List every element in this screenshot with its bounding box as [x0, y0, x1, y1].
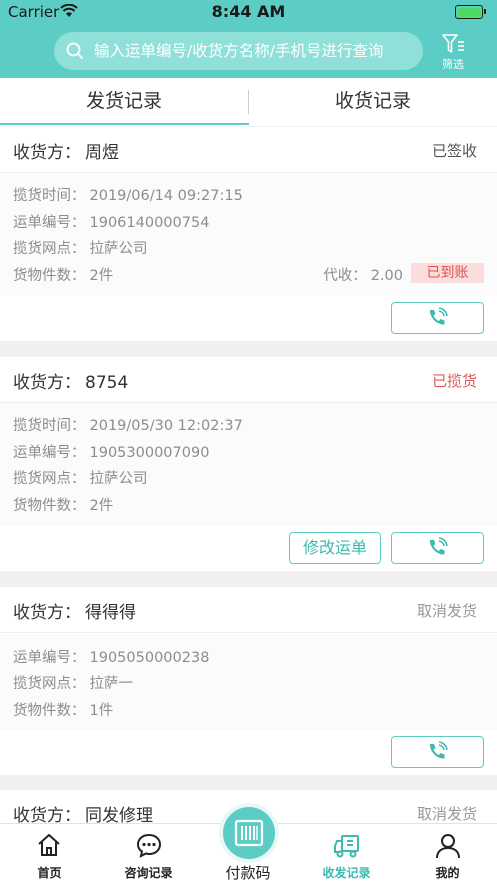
consignee: 收货方： 得得得: [13, 603, 136, 623]
payment-code-label: 付款码: [225, 864, 271, 882]
card-body: 运单编号： 1905050000238 揽货网点： 拉萨一 货物件数： 1件: [0, 634, 497, 730]
barcode-icon: [234, 818, 264, 852]
nav-consult-records[interactable]: 咨询记录: [99, 824, 198, 883]
record-card[interactable]: 收货方： 周煜 已签收 揽货时间： 2019/06/14 09:27:15 运单编号…: [0, 127, 497, 341]
waybill-row: 运单编号： 1906140000754: [13, 215, 210, 231]
card-body: 揽货时间： 2019/05/30 12:02:37 运单编号： 1905300007…: [0, 404, 497, 526]
record-card[interactable]: 收货方： 8754 已揽货 揽货时间： 2019/05/30 12:02:37 运单…: [0, 357, 497, 571]
waybill-row: 运单编号： 1905300007090: [13, 445, 210, 461]
phone-icon: [429, 537, 448, 555]
card-footer: 修改运单: [0, 526, 497, 571]
status-badge: 已揽货: [431, 372, 477, 390]
consignee: 收货方： 8754: [13, 373, 129, 393]
call-button[interactable]: [391, 736, 484, 768]
consignee: 收货方： 周煜: [13, 143, 119, 163]
record-tabs: 发货记录 收货记录: [0, 78, 497, 126]
consignee-name: 周煜: [85, 143, 119, 163]
record-card[interactable]: 收货方： 得得得 取消发货 运单编号： 1905050000238 揽货网点： 拉萨一…: [0, 587, 497, 775]
item-count: 1件: [89, 703, 114, 719]
item-count-row: 货物件数： 2件: [13, 268, 114, 284]
pickup-point-row: 揽货网点： 拉萨公司: [13, 241, 148, 257]
search-icon: [66, 42, 84, 64]
pickup-point: 拉萨一: [89, 676, 134, 692]
card-header: 收货方： 周煜 已签收: [0, 127, 497, 173]
battery-icon: [455, 5, 486, 19]
search-input[interactable]: [94, 32, 414, 70]
pickup-time: 2019/05/30 12:02:37: [89, 418, 243, 434]
status-badge: 取消发货: [416, 805, 477, 823]
payment-code-button[interactable]: [219, 803, 279, 863]
waybill-row: 运单编号： 1905050000238: [13, 650, 210, 666]
waybill-no: 1906140000754: [89, 215, 210, 231]
cod-amount: 代收： 2.00: [323, 268, 403, 284]
nav-home[interactable]: 首页: [0, 824, 99, 883]
pickup-point-row: 揽货网点： 拉萨一: [13, 676, 134, 692]
item-count-row: 货物件数： 1件: [13, 703, 114, 719]
pickup-time-row: 揽货时间： 2019/05/30 12:02:37: [13, 418, 243, 434]
filter-button[interactable]: 筛选: [436, 32, 470, 72]
clock: 8:44 AM: [211, 2, 286, 21]
status-badge: 已签收: [431, 142, 477, 160]
pickup-point: 拉萨公司: [89, 241, 148, 257]
pickup-point: 拉萨公司: [89, 471, 148, 487]
card-footer: [0, 730, 497, 775]
waybill-no: 1905050000238: [89, 650, 210, 666]
card-body: 揽货时间： 2019/06/14 09:27:15 运单编号： 1906140000…: [0, 174, 497, 296]
call-button[interactable]: [391, 532, 484, 564]
card-header: 收货方： 8754 已揽货: [0, 357, 497, 403]
call-button[interactable]: [391, 302, 484, 334]
tab-shipping-records[interactable]: 发货记录: [0, 78, 248, 126]
payment-badge: 已到账: [411, 263, 484, 283]
pickup-time-row: 揽货时间： 2019/06/14 09:27:15: [13, 188, 243, 204]
consignee-name: 8754: [85, 373, 129, 393]
card-footer: [0, 296, 497, 341]
consignee-name: 得得得: [85, 603, 136, 623]
chat-icon: [135, 832, 163, 864]
truck-icon: [333, 832, 361, 864]
header: Carrier 8:44 AM 筛选: [0, 0, 497, 78]
edit-waybill-button[interactable]: 修改运单: [289, 532, 381, 564]
item-count: 2件: [89, 268, 114, 284]
pickup-point-row: 揽货网点： 拉萨公司: [13, 471, 148, 487]
phone-icon: [429, 307, 448, 325]
nav-shipping-records[interactable]: 收发记录: [297, 824, 396, 883]
item-count: 2件: [89, 498, 114, 514]
card-header: 收货方： 得得得 取消发货: [0, 587, 497, 633]
phone-icon: [429, 741, 448, 759]
tab-receiving-records[interactable]: 收货记录: [249, 78, 497, 126]
user-icon: [434, 832, 462, 864]
nav-mine[interactable]: 我的: [398, 824, 497, 883]
home-icon: [36, 832, 62, 862]
waybill-no: 1905300007090: [89, 445, 210, 461]
status-bar: Carrier 8:44 AM: [0, 0, 497, 26]
active-tab-indicator: [0, 123, 249, 125]
item-count-row: 货物件数： 2件: [13, 498, 114, 514]
search-bar[interactable]: [54, 32, 423, 70]
status-badge: 取消发货: [416, 602, 477, 620]
pickup-time: 2019/06/14 09:27:15: [89, 188, 243, 204]
filter-label: 筛选: [442, 58, 464, 71]
